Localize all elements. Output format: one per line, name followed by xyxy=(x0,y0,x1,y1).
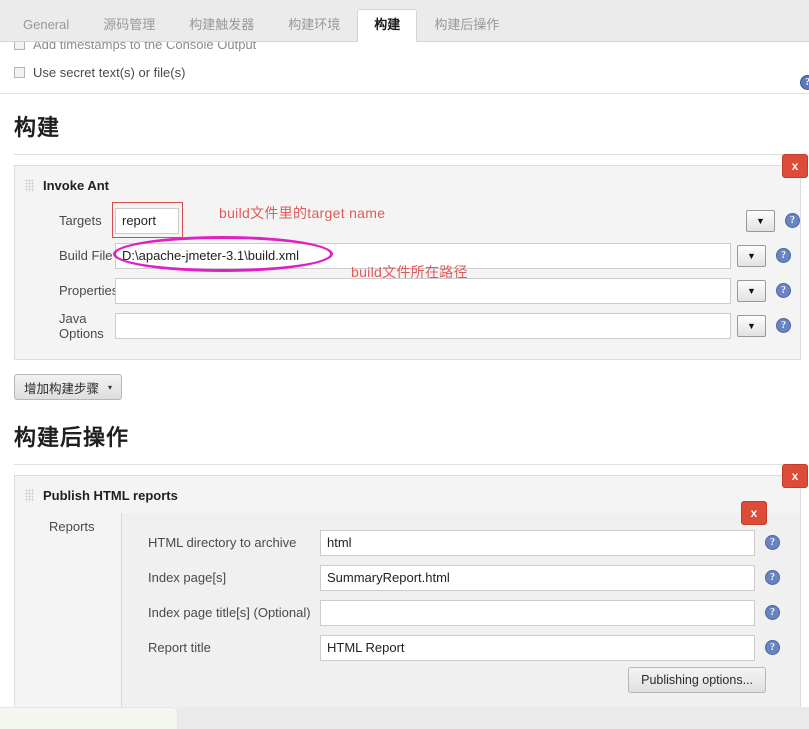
tab-build-triggers[interactable]: 构建触发器 xyxy=(172,9,271,42)
bottom-floating-widget[interactable] xyxy=(0,707,178,729)
config-tab-bar: General 源码管理 构建触发器 构建环境 构建 构建后操作 xyxy=(0,0,809,42)
publishing-options-button[interactable]: Publishing options... xyxy=(628,667,766,693)
build-section-heading: 构建 xyxy=(14,115,61,140)
drag-handle-icon[interactable] xyxy=(25,489,34,502)
annotation-target-name: build文件里的target name xyxy=(219,205,386,221)
checkbox-use-secret-text[interactable] xyxy=(14,66,25,78)
help-icon-html-directory[interactable]: ? xyxy=(765,535,780,550)
help-icon-java-options[interactable]: ? xyxy=(776,318,791,333)
input-html-directory[interactable] xyxy=(320,529,755,556)
field-row-report-title: Report title ? xyxy=(122,630,800,665)
field-row-index-page-titles: Index page title[s] (Optional) ? xyxy=(122,595,800,630)
dropdown-button-build-file[interactable]: ▼ xyxy=(737,244,766,267)
postbuild-step-title: Publish HTML reports xyxy=(43,488,178,503)
add-build-step-button[interactable]: 增加构建步骤 ▾ xyxy=(14,374,123,400)
label-java-options: Java Options xyxy=(59,310,104,341)
label-build-file: Build File xyxy=(59,248,113,263)
label-reports: Reports xyxy=(49,519,95,534)
tab-general[interactable]: General xyxy=(6,9,86,42)
label-properties: Properties xyxy=(59,283,119,298)
page-footer-background xyxy=(178,707,809,729)
field-row-html-directory: HTML directory to archive ? xyxy=(122,525,800,560)
help-icon-index-pages[interactable]: ? xyxy=(765,570,780,585)
delete-build-step-button[interactable]: x xyxy=(782,154,808,178)
chevron-down-icon: ▾ xyxy=(108,382,113,392)
reports-subpanel: x HTML directory to archive ? Index page… xyxy=(121,501,800,717)
input-report-title[interactable] xyxy=(320,634,755,661)
input-index-page-titles[interactable] xyxy=(320,599,755,626)
add-build-step-label: 增加构建步骤 xyxy=(24,381,100,396)
dropdown-button-properties[interactable]: ▼ xyxy=(737,279,766,302)
label-targets: Targets xyxy=(59,213,102,228)
label-index-page-titles: Index page title[s] (Optional) xyxy=(148,605,311,620)
build-section-rule xyxy=(14,154,803,155)
delete-report-entry-button[interactable]: x xyxy=(741,501,767,525)
field-row-java-options: Java Options ▼ ? xyxy=(15,308,800,343)
dropdown-button-targets[interactable]: ▼ xyxy=(746,209,775,232)
help-icon-report-title[interactable]: ? xyxy=(765,640,780,655)
tab-build-environment[interactable]: 构建环境 xyxy=(271,9,357,42)
dropdown-button-java-options[interactable]: ▼ xyxy=(737,314,766,337)
postbuild-step-panel-publish-html: Publish HTML reports x Reports x HTML di… xyxy=(14,464,808,718)
tab-post-build-actions[interactable]: 构建后操作 xyxy=(417,9,516,42)
build-env-secret-row[interactable]: Use secret text(s) or file(s) xyxy=(0,60,809,84)
label-report-title: Report title xyxy=(148,640,211,655)
build-step-header: Invoke Ant xyxy=(15,166,800,203)
help-icon-targets[interactable]: ? xyxy=(785,213,800,228)
config-form: Add timestamps to the Console Output Use… xyxy=(0,37,809,718)
help-icon-build-env[interactable]: ? xyxy=(800,75,809,90)
help-icon-index-page-titles[interactable]: ? xyxy=(765,605,780,620)
label-html-directory: HTML directory to archive xyxy=(148,535,297,550)
delete-postbuild-step-button[interactable]: x xyxy=(782,464,808,488)
annotation-build-path: build文件所在路径 xyxy=(351,264,468,280)
label-index-pages: Index page[s] xyxy=(148,570,227,585)
postbuild-section-heading: 构建后操作 xyxy=(14,425,130,450)
input-targets[interactable] xyxy=(115,207,179,234)
drag-handle-icon[interactable] xyxy=(25,179,34,192)
postbuild-step-header: Publish HTML reports xyxy=(15,476,800,513)
help-icon-properties[interactable]: ? xyxy=(776,283,791,298)
field-row-index-pages: Index page[s] ? xyxy=(122,560,800,595)
input-java-options[interactable] xyxy=(115,312,731,339)
postbuild-section-rule xyxy=(14,464,803,465)
tab-source-code-management[interactable]: 源码管理 xyxy=(86,9,172,42)
build-env-secret-label: Use secret text(s) or file(s) xyxy=(33,64,186,80)
build-step-title: Invoke Ant xyxy=(43,178,109,193)
input-index-pages[interactable] xyxy=(320,564,755,591)
help-icon-build-file[interactable]: ? xyxy=(776,248,791,263)
field-row-targets: Targets ▼ ? xyxy=(15,201,800,238)
tab-build[interactable]: 构建 xyxy=(357,9,418,42)
